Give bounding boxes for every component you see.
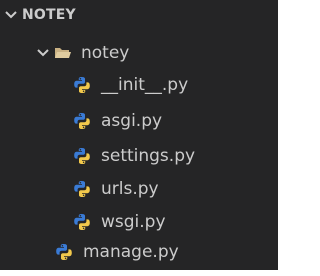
python-icon xyxy=(73,147,91,165)
chevron-down-icon xyxy=(4,8,18,22)
tree-item-label: asgi.py xyxy=(101,111,163,131)
tree-folder-notey[interactable]: notey xyxy=(0,38,278,68)
tree-item-label: wsgi.py xyxy=(101,212,166,232)
folder-open-icon xyxy=(54,46,72,60)
tree-file[interactable]: urls.py xyxy=(0,174,278,204)
section-title: NOTEY xyxy=(22,6,76,23)
tree-file[interactable]: __init__.py xyxy=(0,70,278,100)
tree-item-label: notey xyxy=(81,43,130,63)
tree-item-label: manage.py xyxy=(83,242,179,262)
explorer-panel: NOTEY notey __init__.py asgi.py settings… xyxy=(0,0,278,270)
python-icon xyxy=(73,213,91,231)
tree-item-label: urls.py xyxy=(101,179,159,199)
python-icon xyxy=(55,243,73,261)
python-icon xyxy=(73,180,91,198)
python-icon xyxy=(73,112,91,130)
explorer-section-header[interactable]: NOTEY xyxy=(0,0,278,29)
chevron-down-icon xyxy=(36,46,50,60)
python-icon xyxy=(73,76,91,94)
tree-file[interactable]: settings.py xyxy=(0,141,278,171)
tree-file[interactable]: manage.py xyxy=(0,237,278,267)
tree-file[interactable]: wsgi.py xyxy=(0,207,278,237)
tree-item-label: settings.py xyxy=(101,146,196,166)
tree-file[interactable]: asgi.py xyxy=(0,106,278,136)
tree-item-label: __init__.py xyxy=(101,75,189,95)
